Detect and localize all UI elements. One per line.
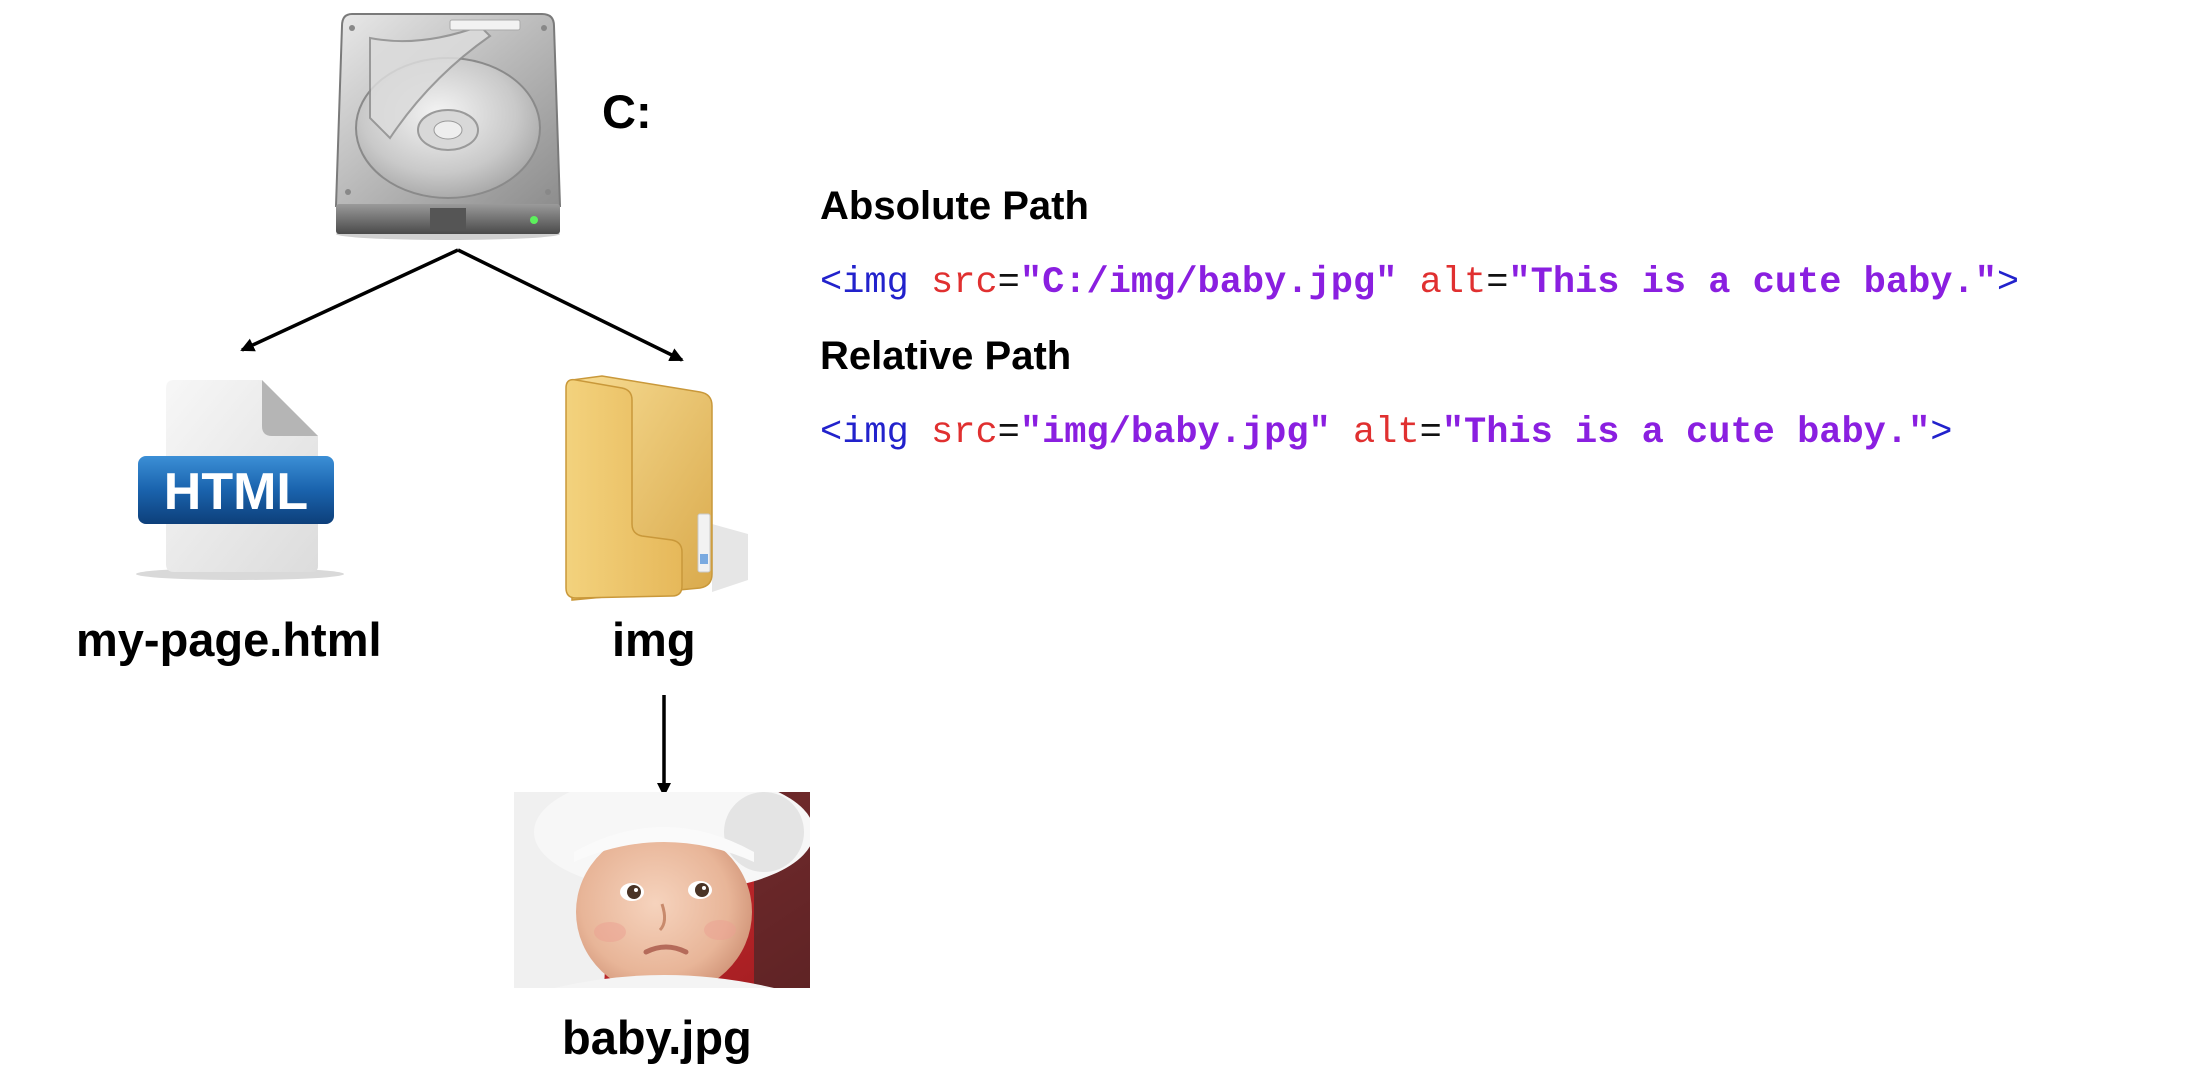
code-attr-src: src bbox=[931, 412, 998, 454]
folder-label: img bbox=[612, 613, 696, 666]
absolute-path-heading: Absolute Path bbox=[820, 184, 1089, 228]
code-tag-close: > bbox=[1930, 412, 1953, 454]
image-file-label: baby.jpg bbox=[562, 1011, 752, 1064]
code-value-src: "img/baby.jpg" bbox=[1019, 412, 1331, 454]
code-value-src: "C:/img/baby.jpg" bbox=[1019, 262, 1398, 304]
html-file-icon: HTML bbox=[134, 376, 346, 582]
code-value-alt: "This is a cute baby." bbox=[1441, 412, 1931, 454]
code-tag-close: > bbox=[1996, 262, 2020, 304]
code-attr-alt: alt bbox=[1352, 412, 1420, 454]
code-value-alt: "This is a cute baby." bbox=[1508, 262, 1997, 304]
code-attr-alt: alt bbox=[1419, 262, 1487, 304]
absolute-path-code: <img src="C:/img/baby.jpg" alt="This is … bbox=[820, 262, 2019, 304]
folder-icon bbox=[562, 374, 752, 601]
arrow-drive-to-html bbox=[240, 248, 459, 352]
code-tag-open: <img bbox=[820, 262, 909, 304]
html-file-label: my-page.html bbox=[76, 613, 382, 666]
html-badge-text: HTML bbox=[164, 463, 308, 521]
code-equals: = bbox=[997, 262, 1020, 304]
code-tag-open: <img bbox=[820, 412, 909, 454]
code-equals: = bbox=[1419, 412, 1442, 454]
arrow-drive-to-folder bbox=[457, 248, 684, 362]
relative-path-heading: Relative Path bbox=[820, 334, 1072, 378]
code-equals: = bbox=[997, 412, 1020, 454]
baby-photo bbox=[514, 792, 810, 988]
code-attr-src: src bbox=[931, 262, 998, 304]
relative-path-code: <img src="img/baby.jpg" alt="This is a c… bbox=[820, 412, 1953, 454]
code-equals: = bbox=[1486, 262, 1509, 304]
